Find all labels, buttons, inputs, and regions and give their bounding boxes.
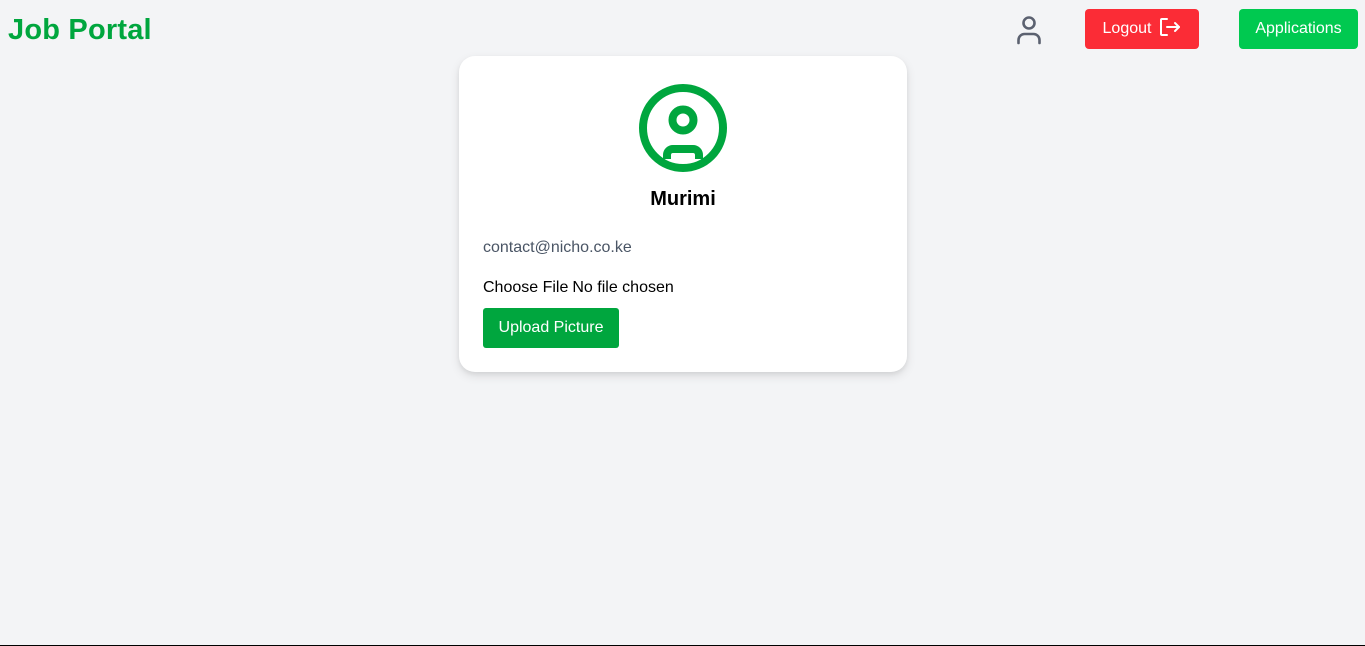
profile-email: contact@nicho.co.ke: [483, 239, 632, 256]
logout-icon: [1159, 17, 1181, 42]
logout-button[interactable]: Logout: [1085, 9, 1199, 49]
user-icon[interactable]: [1012, 13, 1046, 47]
file-status: No file chosen: [572, 279, 674, 296]
applications-button[interactable]: Applications: [1239, 9, 1358, 49]
profile-card: Murimi contact@nicho.co.ke Choose File N…: [459, 56, 907, 372]
profile-name: Murimi: [650, 188, 716, 210]
file-input[interactable]: Choose File No file chosen: [483, 279, 674, 297]
logout-label: Logout: [1102, 20, 1152, 37]
user-circle-icon: [638, 83, 728, 173]
choose-file-button[interactable]: Choose File: [483, 279, 568, 297]
brand-title[interactable]: Job Portal: [8, 14, 152, 47]
page: Job Portal Logout Applications Murimi co…: [0, 0, 1365, 646]
upload-picture-button[interactable]: Upload Picture: [483, 308, 619, 348]
